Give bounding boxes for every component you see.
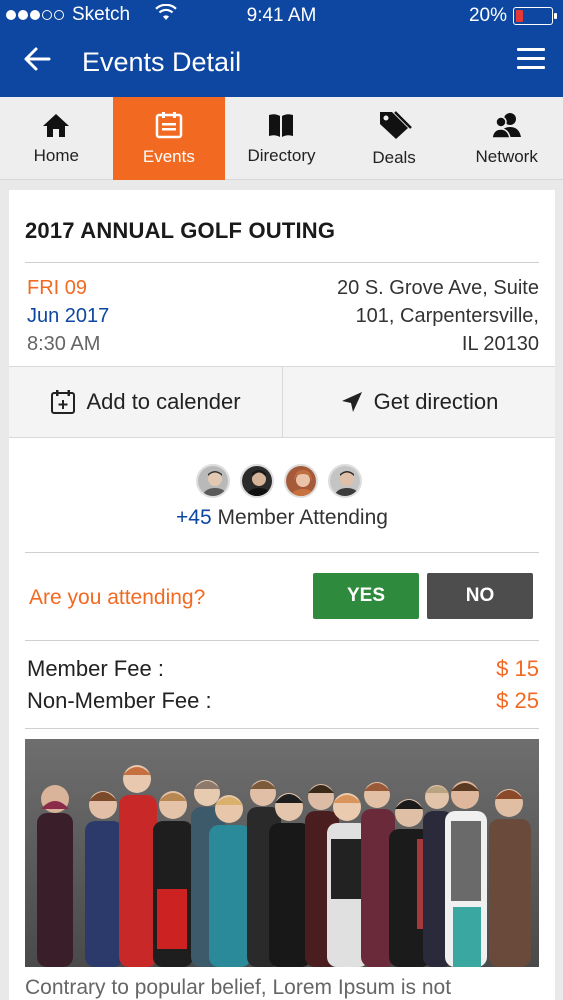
battery-icon: [513, 7, 557, 25]
event-description: Contrary to popular belief, Lorem Ipsum …: [25, 976, 452, 999]
event-date: FRI 09 Jun 2017 8:30 AM: [27, 274, 109, 358]
app-header: Sketch 9:41 AM 20% Events Detail: [0, 0, 563, 97]
add-to-calendar-label: Add to calender: [86, 389, 241, 414]
tab-label: Home: [33, 145, 79, 165]
rsvp-question: Are you attending?: [29, 586, 206, 609]
book-icon: [269, 113, 294, 137]
tab-label: Network: [475, 146, 538, 166]
attendance-summary: +45 Member Attending: [9, 506, 555, 530]
divider: [25, 552, 539, 553]
member-fee-value: $ 15: [496, 656, 539, 681]
tab-events[interactable]: Events: [112, 97, 226, 180]
avatar[interactable]: [284, 464, 318, 498]
address-line: IL 20130: [461, 333, 539, 355]
member-fee-label: Member Fee :: [27, 656, 164, 681]
get-direction-button[interactable]: Get direction: [282, 367, 555, 437]
battery-level: [516, 10, 523, 22]
rsvp-yes-button[interactable]: YES: [313, 573, 419, 619]
avatar[interactable]: [328, 464, 362, 498]
hamburger-menu-icon[interactable]: [517, 48, 545, 70]
address-line: 20 S. Grove Ave, Suite: [337, 277, 539, 299]
event-photo: [25, 739, 539, 967]
battery-indicator: 20%: [468, 5, 557, 27]
attendee-label: Member Attending: [217, 506, 388, 529]
event-actions: Add to calender Get direction: [9, 366, 555, 438]
get-direction-label: Get direction: [373, 389, 499, 414]
event-month-year: Jun 2017: [27, 305, 110, 327]
back-arrow-icon[interactable]: [22, 44, 52, 74]
tab-directory[interactable]: Directory: [225, 97, 338, 180]
divider: [25, 262, 539, 263]
nonmember-fee-value: $ 25: [496, 688, 539, 713]
home-icon: [43, 113, 70, 137]
calendar-add-icon: [51, 390, 76, 414]
tab-label: Directory: [247, 145, 316, 165]
event-day: FRI 09: [27, 277, 88, 299]
avatar[interactable]: [240, 464, 274, 498]
tag-icon: [380, 110, 412, 139]
tab-label: Events: [142, 146, 195, 166]
tab-deals[interactable]: Deals: [338, 97, 451, 180]
nonmember-fee-label: Non-Member Fee :: [27, 688, 212, 713]
divider: [25, 640, 539, 641]
tab-network[interactable]: Network: [450, 97, 563, 180]
add-to-calendar-button[interactable]: Add to calender: [9, 367, 282, 437]
rsvp-no-button[interactable]: NO: [427, 573, 533, 619]
page-title: Events Detail: [82, 47, 242, 77]
tab-label: Deals: [372, 147, 416, 167]
avatar[interactable]: [196, 464, 230, 498]
attendee-avatars: [196, 464, 362, 498]
tab-home[interactable]: Home: [0, 97, 113, 180]
event-title: 2017 ANNUAL GOLF OUTING: [25, 218, 336, 243]
event-time: 8:30 AM: [27, 333, 101, 355]
event-card: 2017 ANNUAL GOLF OUTING FRI 09 Jun 2017 …: [9, 190, 555, 1000]
nonmember-fee-row: Non-Member Fee : $ 25: [27, 688, 539, 714]
title-bar: Events Detail: [0, 30, 563, 97]
address-line: 101, Carpentersville,: [355, 305, 539, 327]
calendar-icon: [155, 111, 183, 138]
battery-percent: 20%: [468, 5, 507, 26]
tab-bar: Home Events Directory Deals Network: [0, 97, 563, 180]
event-address: 20 S. Grove Ave, Suite 101, Carpentersvi…: [279, 274, 539, 358]
status-bar: Sketch 9:41 AM 20%: [0, 0, 563, 30]
member-fee-row: Member Fee : $ 15: [27, 656, 539, 682]
divider: [25, 728, 539, 729]
attendee-count: +45: [176, 506, 212, 529]
people-icon: [490, 112, 521, 139]
navigation-arrow-icon: [341, 392, 362, 412]
